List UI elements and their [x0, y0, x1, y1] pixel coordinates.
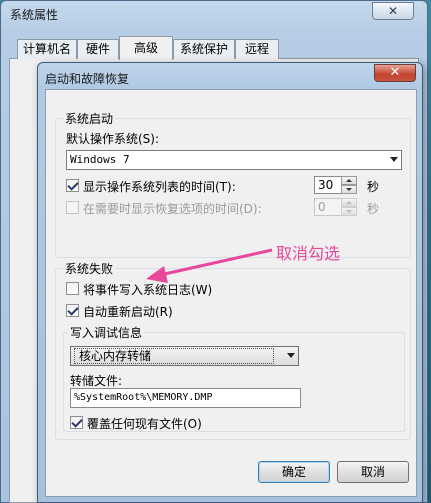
annotation-arrow-head	[146, 266, 168, 283]
annotation-arrow	[146, 248, 273, 283]
annotation-text: 取消勾选	[276, 244, 341, 263]
annotation-arrow-shaft	[159, 248, 273, 277]
